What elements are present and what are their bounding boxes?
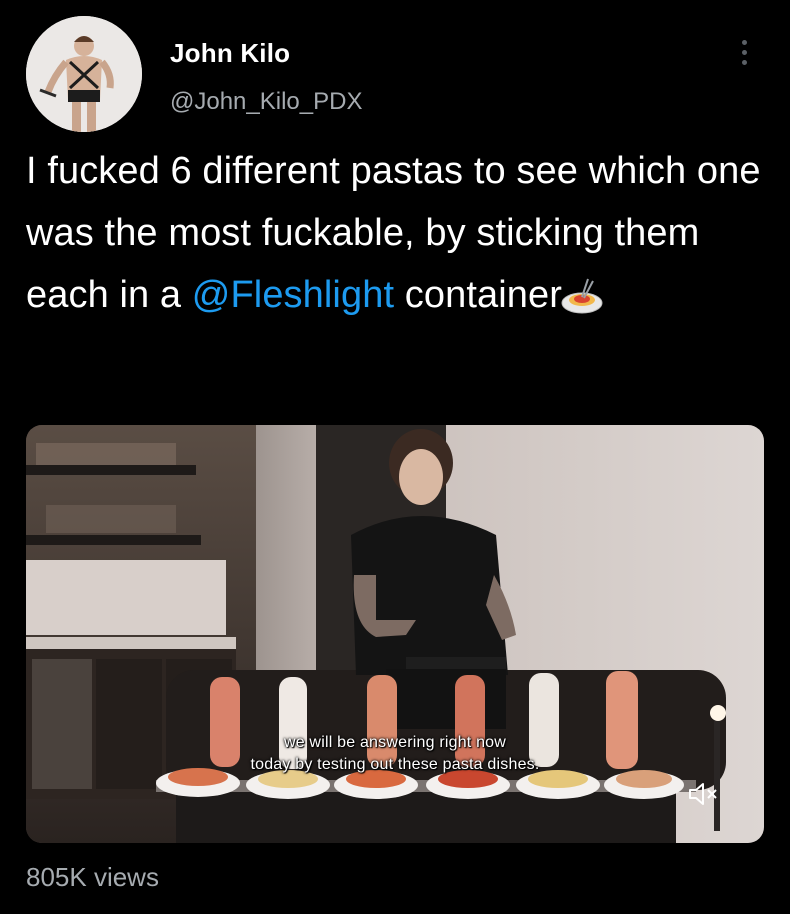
more-options-icon[interactable]: [732, 30, 756, 74]
tweet-text-tail: container: [394, 274, 562, 316]
author-handle[interactable]: @John_Kilo_PDX: [170, 88, 362, 116]
video-subtitle-line1: we will be answering right now: [283, 734, 507, 751]
video-player[interactable]: we will be answering right now today by …: [26, 425, 764, 843]
tweet: John Kilo @John_Kilo_PDX I fucked 6 diff…: [0, 0, 790, 914]
avatar[interactable]: [26, 16, 142, 132]
spaghetti-icon: [561, 278, 603, 314]
mute-icon[interactable]: [686, 779, 720, 809]
mention-link[interactable]: @Fleshlight: [192, 274, 394, 316]
author-name[interactable]: John Kilo: [170, 38, 290, 69]
view-count: 805K views: [26, 862, 159, 892]
tweet-text: I fucked 6 different pastas to see which…: [26, 140, 766, 326]
video-subtitle-line2: today by testing out these pasta dishes.: [250, 756, 540, 773]
video-frame: [26, 425, 764, 843]
